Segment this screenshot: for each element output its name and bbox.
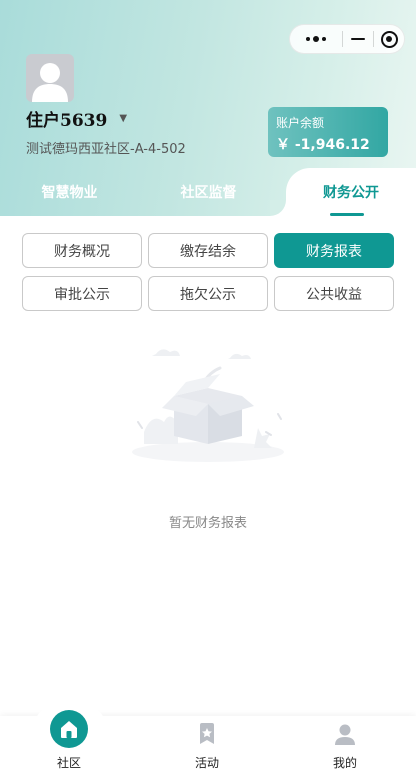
tab-label: 智慧物业 — [41, 185, 98, 201]
user-address: 测试德玛西亚社区-A-4-502 — [26, 142, 186, 157]
chip-financial-overview[interactable]: 财务概况 — [22, 233, 142, 268]
tab-financial-disclosure[interactable]: 财务公开 — [286, 168, 416, 216]
tab-community-supervision[interactable]: 社区监督 — [139, 168, 278, 216]
nav-mine[interactable]: 我的 — [295, 716, 395, 773]
chip-arrears-notice[interactable]: 拖欠公示 — [148, 276, 268, 311]
tab-smart-property[interactable]: 智慧物业 — [0, 168, 139, 216]
nav-label: 活动 — [194, 756, 219, 770]
minimize-icon[interactable] — [343, 25, 373, 53]
home-icon — [50, 710, 88, 748]
nav-label: 我的 — [332, 756, 357, 770]
chip-public-income[interactable]: 公共收益 — [274, 276, 394, 311]
balance-label: 账户余额 — [276, 116, 325, 130]
nav-label: 社区 — [56, 756, 81, 770]
tab-label: 社区监督 — [180, 185, 237, 201]
user-name: 住户5639 — [26, 111, 108, 131]
nav-activities[interactable]: 活动 — [157, 716, 257, 773]
user-name-switcher[interactable]: 住户5639 ▼ — [26, 106, 127, 131]
mini-program-capsule[interactable] — [289, 24, 405, 54]
bottom-tab-bar: 社区 活动 我的 — [0, 704, 416, 773]
category-tabs: 智慧物业 社区监督 财务公开 — [0, 168, 416, 216]
target-close-icon[interactable] — [374, 25, 404, 53]
user-avatar-icon[interactable] — [26, 54, 74, 102]
balance-amount: ￥ -1,946.12 — [276, 137, 370, 153]
balance-card[interactable]: 账户余额 ￥ -1,946.12 — [268, 107, 388, 157]
chip-financial-statements[interactable]: 财务报表 — [274, 233, 394, 268]
empty-state-text: 暂无财务报表 — [168, 516, 247, 531]
tab-label: 财务公开 — [323, 185, 379, 201]
active-tab-indicator — [330, 213, 364, 216]
bookmark-star-icon — [195, 722, 219, 746]
more-dots-icon[interactable] — [290, 25, 342, 53]
caret-down-icon[interactable]: ▼ — [119, 113, 127, 124]
nav-community[interactable]: 社区 — [19, 710, 119, 773]
person-icon — [333, 722, 357, 746]
empty-box-icon — [126, 348, 290, 464]
chip-approval-notice[interactable]: 审批公示 — [22, 276, 142, 311]
chip-deposit-balance[interactable]: 缴存结余 — [148, 233, 268, 268]
